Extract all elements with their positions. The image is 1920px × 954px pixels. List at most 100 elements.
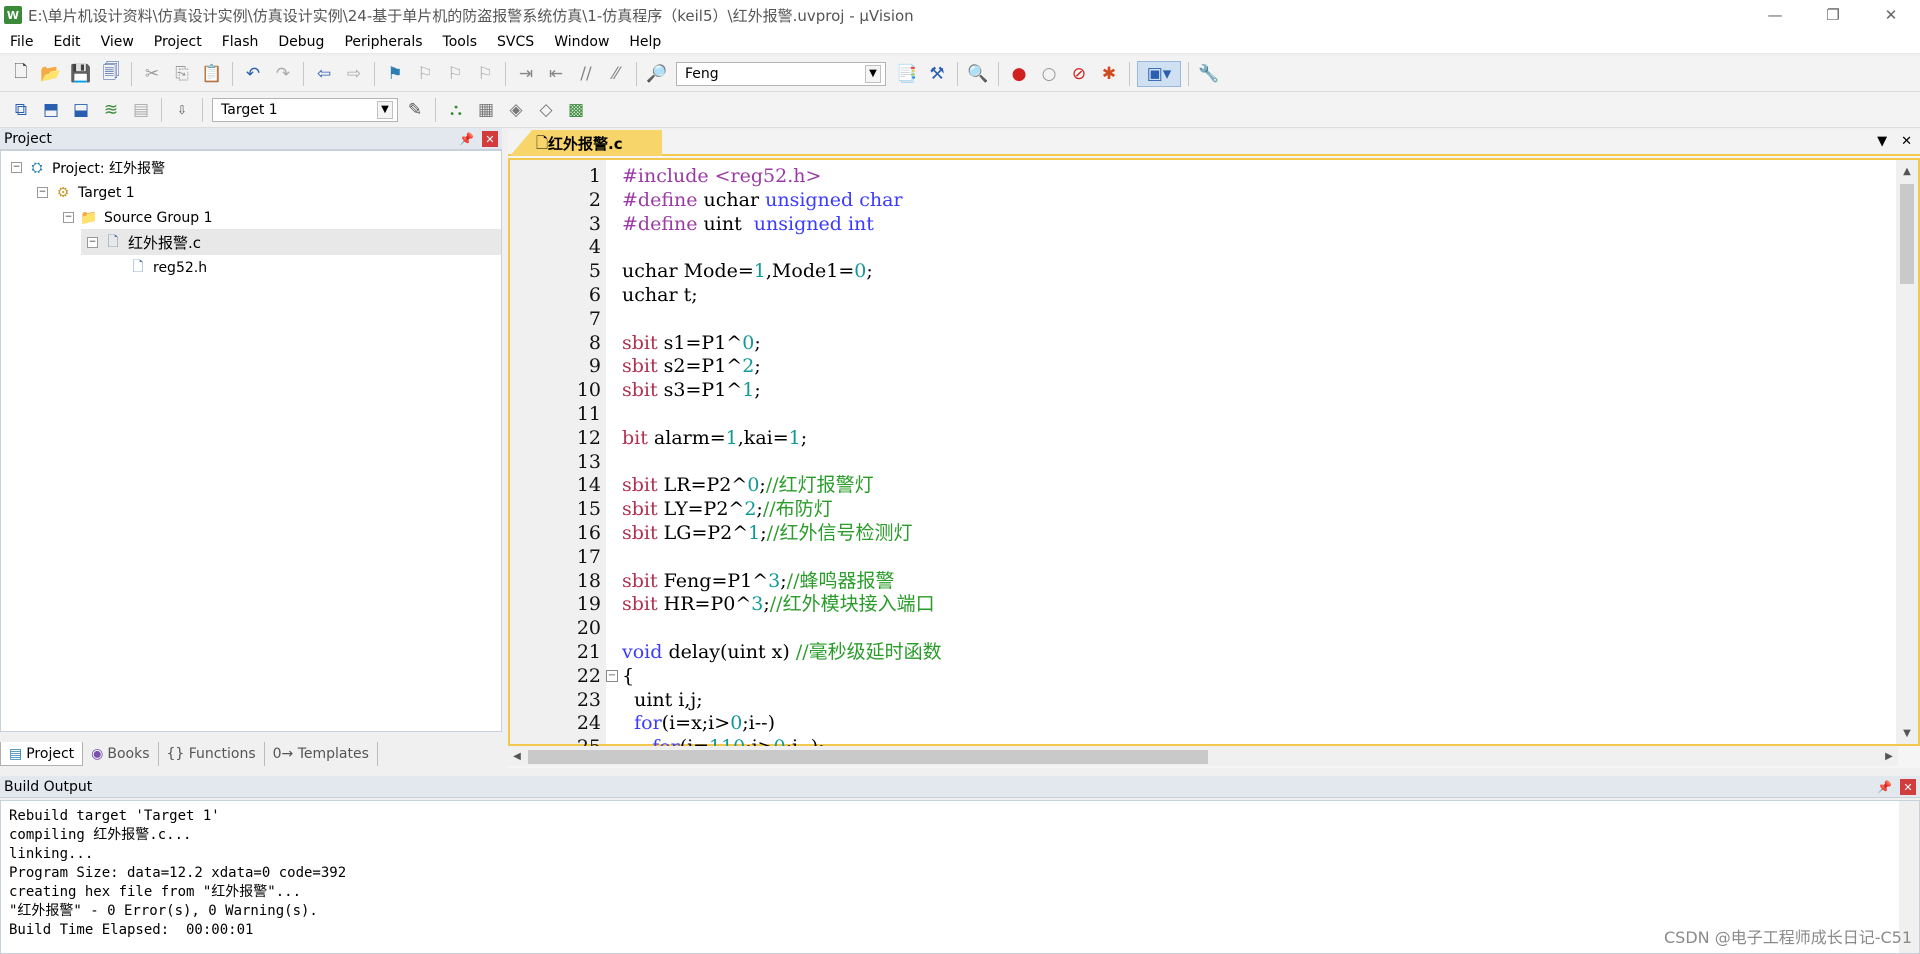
find-replace-icon[interactable]: ⚒ (924, 61, 950, 87)
editor-vertical-scrollbar[interactable]: ▲ ▼ (1896, 160, 1918, 744)
menu-tools[interactable]: Tools (433, 30, 488, 54)
code-line[interactable]: 19 sbit HR=P0^3;//红外模块接入端口 (510, 592, 1896, 616)
code-line[interactable]: 5 uchar Mode=1,Mode1=0; (510, 259, 1896, 283)
code-editor[interactable]: 1 #include <reg52.h> 2 #define uchar unsign… (508, 158, 1920, 758)
redo-icon[interactable]: ↷ (270, 61, 296, 87)
code-line[interactable]: 8 sbit s1=P1^0; (510, 331, 1896, 355)
menu-edit[interactable]: Edit (43, 30, 90, 54)
manage-project-items-icon[interactable]: ⛬ (443, 97, 469, 123)
scroll-thumb[interactable] (1900, 184, 1914, 284)
code-line[interactable]: 4 (510, 235, 1896, 259)
code-line[interactable]: 20 (510, 616, 1896, 640)
scroll-left-icon[interactable]: ◀ (508, 746, 526, 766)
copy-icon[interactable]: ⎘ (169, 61, 195, 87)
code-line[interactable]: 18 sbit Feng=P1^3;//蜂鸣器报警 (510, 569, 1896, 593)
menu-debug[interactable]: Debug (268, 30, 334, 54)
bookmark-icon[interactable]: ⚑ (382, 61, 408, 87)
disable-breakpoints-icon[interactable]: ⊘ (1066, 61, 1092, 87)
pin-icon[interactable]: 📌 (1877, 780, 1892, 794)
scroll-up-icon[interactable]: ▲ (1896, 162, 1918, 180)
tree-source-group[interactable]: − 📁 Source Group 1 (63, 205, 213, 230)
clear-bookmarks-icon[interactable]: ⚐ (472, 61, 498, 87)
menu-peripherals[interactable]: Peripherals (334, 30, 432, 54)
tab-project[interactable]: ▤ Project (0, 742, 84, 766)
indent-icon[interactable]: ⇥ (513, 61, 539, 87)
navigate-forward-icon[interactable]: ⇨ (341, 61, 367, 87)
scroll-right-icon[interactable]: ▶ (1880, 746, 1898, 766)
collapse-icon[interactable]: − (87, 237, 98, 248)
code-line[interactable]: 7 (510, 307, 1896, 331)
menu-svcs[interactable]: SVCS (487, 30, 544, 54)
close-window-icon[interactable]: ✕ (1862, 0, 1920, 30)
target-select[interactable]: Target 1 ▼ (212, 97, 398, 122)
code-line[interactable]: 10 sbit s3=P1^1; (510, 378, 1896, 402)
code-line[interactable]: 12 bit alarm=1,kai=1; (510, 426, 1896, 450)
menu-help[interactable]: Help (619, 30, 671, 54)
undo-icon[interactable]: ↶ (240, 61, 266, 87)
target-options-icon[interactable]: ✎ (402, 97, 428, 123)
menu-project[interactable]: Project (144, 30, 212, 54)
incremental-find-icon[interactable]: 📑 (894, 61, 920, 87)
close-tab-icon[interactable]: ✕ (1901, 134, 1912, 149)
code-line[interactable]: 13 (510, 450, 1896, 474)
code-line[interactable]: 22−{ (510, 664, 1896, 688)
stop-build-icon[interactable]: ▤ (128, 97, 154, 123)
code-line[interactable]: 3 #define uint unsigned int (510, 212, 1896, 236)
configure-icon[interactable]: 🔧 (1196, 61, 1222, 87)
start-debug-icon[interactable]: 🔍 (965, 61, 991, 87)
code-line[interactable]: 15 sbit LY=P2^2;//布防灯 (510, 497, 1896, 521)
chevron-down-icon[interactable]: ▼ (865, 64, 881, 83)
tab-books[interactable]: ◉ Books (83, 742, 159, 766)
tab-list-icon[interactable]: ▼ (1877, 134, 1887, 149)
fold-icon[interactable]: − (606, 669, 618, 682)
next-bookmark-icon[interactable]: ⚐ (442, 61, 468, 87)
cut-icon[interactable]: ✂ (139, 61, 165, 87)
insert-breakpoint-icon[interactable]: ● (1006, 61, 1032, 87)
scroll-down-icon[interactable]: ▼ (1896, 724, 1918, 742)
code-line[interactable]: 2 #define uchar unsigned char (510, 188, 1896, 212)
tab-templates[interactable]: 0→ Templates (265, 742, 378, 766)
tab-functions[interactable]: {} Functions (159, 742, 265, 766)
code-line[interactable]: 1 #include <reg52.h> (510, 164, 1896, 188)
close-panel-icon[interactable]: ✕ (482, 131, 498, 147)
restore-icon[interactable]: ❐ (1804, 0, 1862, 30)
code-line[interactable]: 21 void delay(uint x) //毫秒级延时函数 (510, 640, 1896, 664)
editor-tab-active[interactable]: 🗋 红外报警.c (510, 130, 662, 156)
collapse-icon[interactable]: − (63, 212, 74, 223)
code-line[interactable]: 17 (510, 545, 1896, 569)
collapse-icon[interactable]: − (37, 187, 48, 198)
tree-project[interactable]: − ⛭ Project: 红外报警 (11, 155, 165, 180)
tree-file-c[interactable]: − 🗋 红外报警.c (87, 230, 201, 255)
find-combo[interactable]: Feng ▼ (676, 61, 886, 86)
save-all-icon[interactable]: 🗐 (98, 61, 124, 87)
collapse-icon[interactable]: − (11, 162, 22, 173)
build-icon[interactable]: ⬒ (38, 97, 64, 123)
code-line[interactable]: 16 sbit LG=P2^1;//红外信号检测灯 (510, 521, 1896, 545)
build-output-panel[interactable]: Rebuild target 'Target 1' compiling 红外报警… (0, 800, 1920, 954)
comment-icon[interactable]: // (573, 61, 599, 87)
menu-file[interactable]: File (0, 30, 43, 54)
editor-horizontal-scrollbar[interactable]: ◀ ▶ (508, 746, 1898, 766)
menu-view[interactable]: View (91, 30, 144, 54)
code-line[interactable]: 23 uint i,j; (510, 688, 1896, 712)
manage-rte-icon[interactable]: ▦ (473, 97, 499, 123)
open-file-icon[interactable]: 📂 (38, 61, 64, 87)
navigate-back-icon[interactable]: ⇦ (311, 61, 337, 87)
code-line[interactable]: 9 sbit s2=P1^2; (510, 354, 1896, 378)
minimize-icon[interactable]: — (1746, 0, 1804, 30)
prev-bookmark-icon[interactable]: ⚐ (412, 61, 438, 87)
code-line[interactable]: 14 sbit LR=P2^0;//红灯报警灯 (510, 473, 1896, 497)
batch-build-icon[interactable]: ≋ (98, 97, 124, 123)
scroll-thumb[interactable] (528, 750, 1208, 764)
menu-flash[interactable]: Flash (212, 30, 269, 54)
kill-breakpoints-icon[interactable]: ✱ (1096, 61, 1122, 87)
pack-installer-icon[interactable]: ◇ (533, 97, 559, 123)
close-panel-icon[interactable]: ✕ (1900, 779, 1916, 795)
code-line[interactable]: 6 uchar t; (510, 283, 1896, 307)
menu-window[interactable]: Window (544, 30, 619, 54)
translate-icon[interactable]: ⧉ (8, 97, 34, 123)
code-line[interactable]: 11 (510, 402, 1896, 426)
uncomment-icon[interactable]: ⁄⁄ (603, 61, 629, 87)
code-line[interactable]: 24 for(i=x;i>0;i--) (510, 711, 1896, 735)
load-download-icon[interactable]: ⇩ (169, 97, 195, 123)
